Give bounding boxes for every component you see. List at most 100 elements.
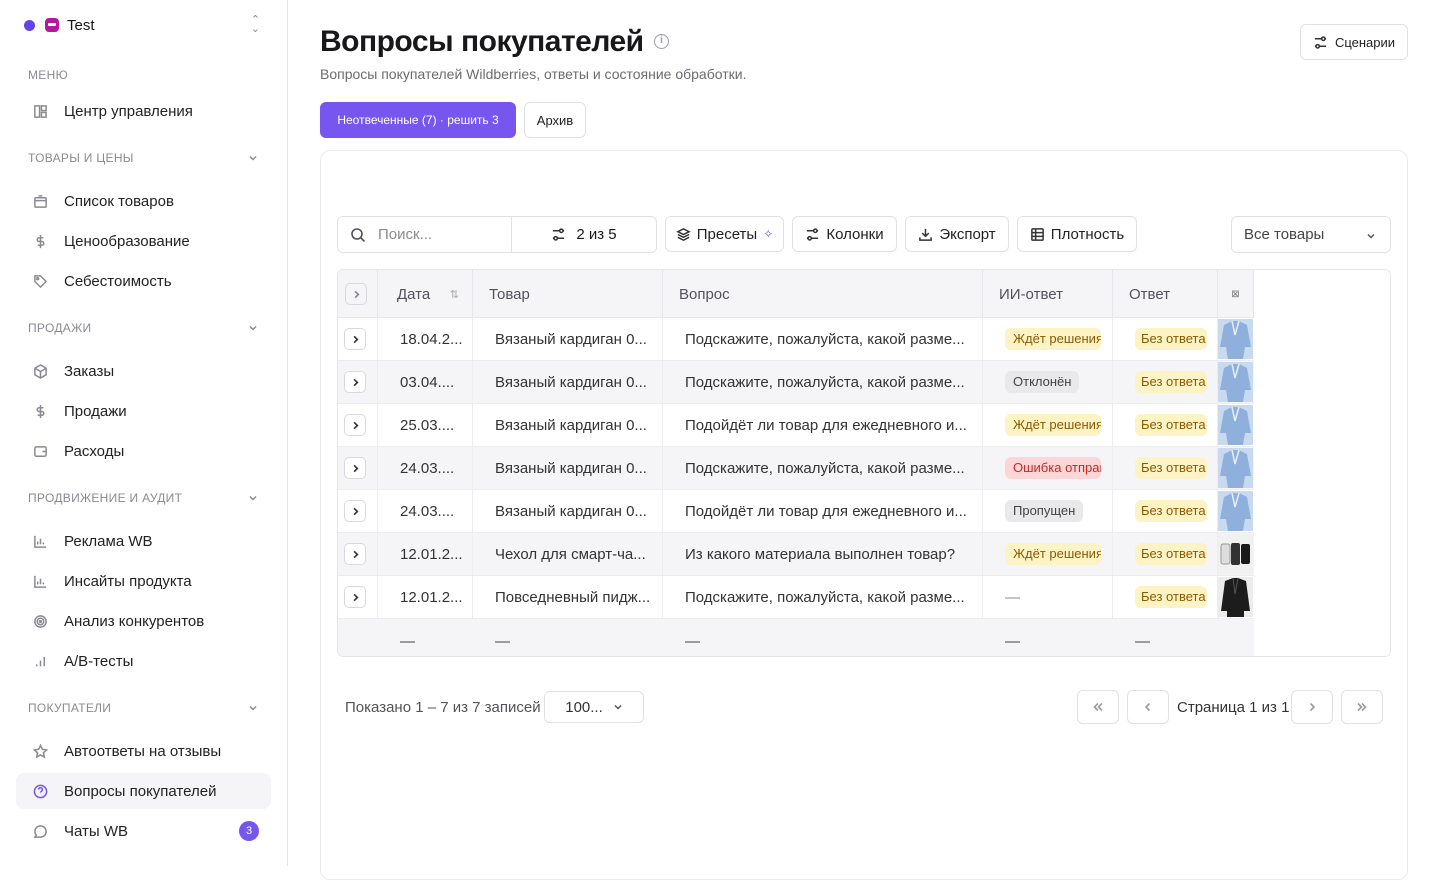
sidebar-item-orders[interactable]: Заказы bbox=[16, 353, 271, 389]
package-icon bbox=[32, 363, 48, 379]
ai-status-badge[interactable]: Ждёт решения bbox=[1005, 414, 1101, 436]
tab-unanswered[interactable]: Неотвеченные (7) · решить 3 bbox=[320, 102, 516, 138]
sidebar-item-questions[interactable]: Вопросы покупателей bbox=[16, 773, 271, 809]
product-image[interactable] bbox=[1218, 362, 1253, 402]
product-cell[interactable]: Вязаный кардиган 0... bbox=[473, 404, 663, 446]
last-page-button[interactable] bbox=[1341, 690, 1383, 724]
product-filter-select[interactable]: Все товары bbox=[1231, 216, 1391, 253]
product-cell[interactable]: Повседневный пидж... bbox=[473, 576, 663, 618]
ai-status-badge[interactable]: Ждёт решения bbox=[1005, 328, 1101, 350]
table-row[interactable]: 03.04.... Вязаный кардиган 0... Подскажите… bbox=[338, 361, 1254, 404]
sidebar-item-ab-tests[interactable]: A/B-тесты bbox=[16, 643, 271, 679]
prev-page-button[interactable] bbox=[1127, 690, 1169, 724]
product-image[interactable] bbox=[1218, 534, 1253, 574]
table-row[interactable]: 18.04.2... Вязаный кардиган 0... Подскажит… bbox=[338, 318, 1254, 361]
column-date[interactable]: Дата ⇅ bbox=[378, 270, 473, 318]
expand-row-button[interactable] bbox=[344, 457, 366, 479]
table-footer-row bbox=[338, 619, 1254, 656]
footer-question: — bbox=[685, 633, 700, 650]
question-cell[interactable]: Подойдёт ли товар для ежедневного и... bbox=[663, 404, 983, 446]
expand-all-button[interactable] bbox=[345, 283, 367, 305]
sidebar-item-pricing[interactable]: Ценообразование bbox=[16, 223, 271, 259]
product-image[interactable] bbox=[1218, 491, 1253, 531]
product-cell[interactable]: Вязаный кардиган 0... bbox=[473, 318, 663, 360]
product-image[interactable] bbox=[1218, 577, 1253, 617]
ai-status-badge[interactable]: Ждёт решения bbox=[1005, 543, 1101, 565]
export-button[interactable]: Экспорт bbox=[905, 216, 1009, 252]
expand-row-button[interactable] bbox=[344, 328, 366, 350]
answer-status-badge: Без ответа bbox=[1135, 586, 1207, 608]
density-button[interactable]: Плотность bbox=[1017, 216, 1137, 252]
column-product[interactable]: Товар bbox=[473, 270, 663, 318]
product-cell[interactable]: Чехол для смарт-ча... bbox=[473, 533, 663, 575]
column-image[interactable]: ⊠ bbox=[1218, 270, 1254, 318]
workspace-switcher[interactable]: Test ⌃ ⌄ bbox=[24, 14, 264, 36]
table-row[interactable]: 12.01.2... Повседневный пидж... Подскажите… bbox=[338, 576, 1254, 619]
sidebar-item-ads[interactable]: Реклама WB bbox=[16, 523, 271, 559]
section-customers[interactable]: ПОКУПАТЕЛИ bbox=[28, 701, 258, 715]
table-row[interactable]: 24.03.... Вязаный кардиган 0... Подойдёт л… bbox=[338, 490, 1254, 533]
bar-chart-icon bbox=[32, 533, 48, 549]
expand-row-button[interactable] bbox=[344, 500, 366, 522]
scenarios-button[interactable]: Сценарии bbox=[1300, 24, 1408, 60]
sidebar-item-cost[interactable]: Себестоимость bbox=[16, 263, 271, 299]
first-page-button[interactable] bbox=[1077, 690, 1119, 724]
answer-status-badge: Без ответа bbox=[1135, 414, 1207, 436]
section-promotion[interactable]: ПРОДВИЖЕНИЕ И АУДИТ bbox=[28, 491, 258, 505]
question-cell[interactable]: Подскажите, пожалуйста, какой разме... bbox=[663, 318, 983, 360]
ai-answer-cell: Отклонён bbox=[983, 361, 1113, 403]
expand-row-button[interactable] bbox=[344, 543, 366, 565]
sidebar-item-chats[interactable]: Чаты WB 3 bbox=[16, 813, 271, 849]
expand-row-button[interactable] bbox=[344, 371, 366, 393]
product-cell[interactable]: Вязаный кардиган 0... bbox=[473, 490, 663, 532]
search-input[interactable]: Поиск... bbox=[337, 216, 512, 253]
column-question[interactable]: Вопрос bbox=[663, 270, 983, 318]
expand-cell bbox=[338, 533, 378, 575]
page-size-select[interactable]: 100... bbox=[544, 691, 644, 723]
question-cell[interactable]: Подскажите, пожалуйста, какой разме... bbox=[663, 576, 983, 618]
sidebar-item-insights[interactable]: Инсайты продукта bbox=[16, 563, 271, 599]
box-icon bbox=[32, 193, 48, 209]
presets-button[interactable]: Пресеты ✧ bbox=[665, 216, 784, 252]
product-image[interactable] bbox=[1218, 319, 1253, 359]
ai-status-badge[interactable]: Отклонён bbox=[1005, 371, 1080, 393]
filter-count-label: 2 из 5 bbox=[576, 226, 617, 243]
question-cell[interactable]: Подскажите, пожалуйста, какой разме... bbox=[663, 361, 983, 403]
question-cell[interactable]: Из какого материала выполнен товар? bbox=[663, 533, 983, 575]
next-page-button[interactable] bbox=[1291, 690, 1333, 724]
question-cell[interactable]: Подскажите, пожалуйста, какой разме... bbox=[663, 447, 983, 489]
sidebar-item-sales[interactable]: Продажи bbox=[16, 393, 271, 429]
sidebar-item-auto-replies[interactable]: Автоответы на отзывы bbox=[16, 733, 271, 769]
section-title: МЕНЮ bbox=[28, 68, 68, 82]
section-products[interactable]: ТОВАРЫ И ЦЕНЫ bbox=[28, 151, 258, 165]
sidebar-item-control-center[interactable]: Центр управления bbox=[16, 93, 271, 129]
info-icon[interactable]: i bbox=[654, 34, 669, 49]
sidebar-item-products[interactable]: Список товаров bbox=[16, 183, 271, 219]
columns-button[interactable]: Колонки bbox=[792, 216, 897, 252]
column-ai-answer[interactable]: ИИ-ответ bbox=[983, 270, 1113, 318]
product-cell[interactable]: Вязаный кардиган 0... bbox=[473, 361, 663, 403]
section-sales[interactable]: ПРОДАЖИ bbox=[28, 321, 258, 335]
date-cell: 24.03.... bbox=[378, 447, 473, 489]
table-row[interactable]: 24.03.... Вязаный кардиган 0... Подскажите… bbox=[338, 447, 1254, 490]
expand-row-button[interactable] bbox=[344, 414, 366, 436]
sliders-icon bbox=[1314, 35, 1327, 49]
chevrons-left-icon bbox=[1093, 702, 1103, 712]
filter-count-button[interactable]: 2 из 5 bbox=[511, 216, 657, 253]
ai-status-badge[interactable]: Пропущен bbox=[1005, 500, 1084, 522]
wallet-icon bbox=[32, 443, 48, 459]
product-image[interactable] bbox=[1218, 405, 1253, 445]
product-cell[interactable]: Вязаный кардиган 0... bbox=[473, 447, 663, 489]
column-answer[interactable]: Ответ bbox=[1113, 270, 1218, 318]
question-cell[interactable]: Подойдёт ли товар для ежедневного и... bbox=[663, 490, 983, 532]
sort-icon[interactable]: ⇅ bbox=[450, 288, 459, 301]
expand-cell bbox=[338, 361, 378, 403]
product-image[interactable] bbox=[1218, 448, 1253, 488]
table-row[interactable]: 25.03.... Вязаный кардиган 0... Подойдёт л… bbox=[338, 404, 1254, 447]
tab-archive[interactable]: Архив bbox=[524, 102, 586, 138]
table-row[interactable]: 12.01.2... Чехол для смарт-ча... Из какого… bbox=[338, 533, 1254, 576]
sidebar-item-expenses[interactable]: Расходы bbox=[16, 433, 271, 469]
expand-row-button[interactable] bbox=[344, 586, 366, 608]
ai-status-badge[interactable]: Ошибка отправки bbox=[1005, 457, 1101, 479]
sidebar-item-competitors[interactable]: Анализ конкурентов bbox=[16, 603, 271, 639]
